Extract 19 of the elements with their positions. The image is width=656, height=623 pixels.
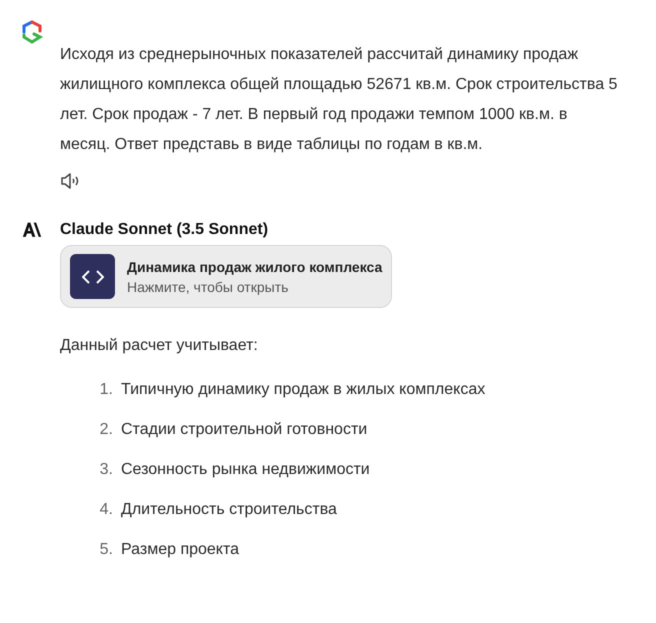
artifact-title: Динамика продаж жилого комплекса xyxy=(127,258,382,276)
list-number: 4. xyxy=(98,500,113,520)
list-item-text: Размер проекта xyxy=(121,540,240,560)
user-message: Исходя из среднерыночных показателей рассчитай динамику продаж жилищного комплекса общей площадью 52671 кв.м. Срок строительства 5 лет. Срок продаж - 7 лет. В первый год продажи темпом 1000 кв.м. в месяц. Ответ представь в виде таблицы по годам в кв.м. xyxy=(60,45,618,155)
app-logo-icon xyxy=(20,20,44,44)
list-item-text: Длительность строительства xyxy=(121,500,337,520)
list-number: 3. xyxy=(98,460,113,480)
list-item-text: Сезонность рынка недвижимости xyxy=(121,460,370,480)
list-number: 1. xyxy=(98,380,113,400)
speaker-icon[interactable] xyxy=(60,172,80,190)
code-icon xyxy=(70,254,115,299)
artifact-hint: Нажмите, чтобы открыть xyxy=(127,278,290,296)
list-number: 2. xyxy=(98,420,113,440)
artifact-card[interactable]: Динамика продаж жилого комплекса Нажмите, чтобы открыть xyxy=(60,245,392,308)
list-item-text: Типичную динамику продаж в жилых комплексах xyxy=(121,380,486,400)
list-item-text: Стадии строительной готовности xyxy=(121,420,368,440)
list-number: 5. xyxy=(98,540,113,560)
model-name: Claude Sonnet (3.5 Sonnet) xyxy=(60,220,270,240)
response-intro: Данный расчет учитывает: xyxy=(60,336,259,356)
